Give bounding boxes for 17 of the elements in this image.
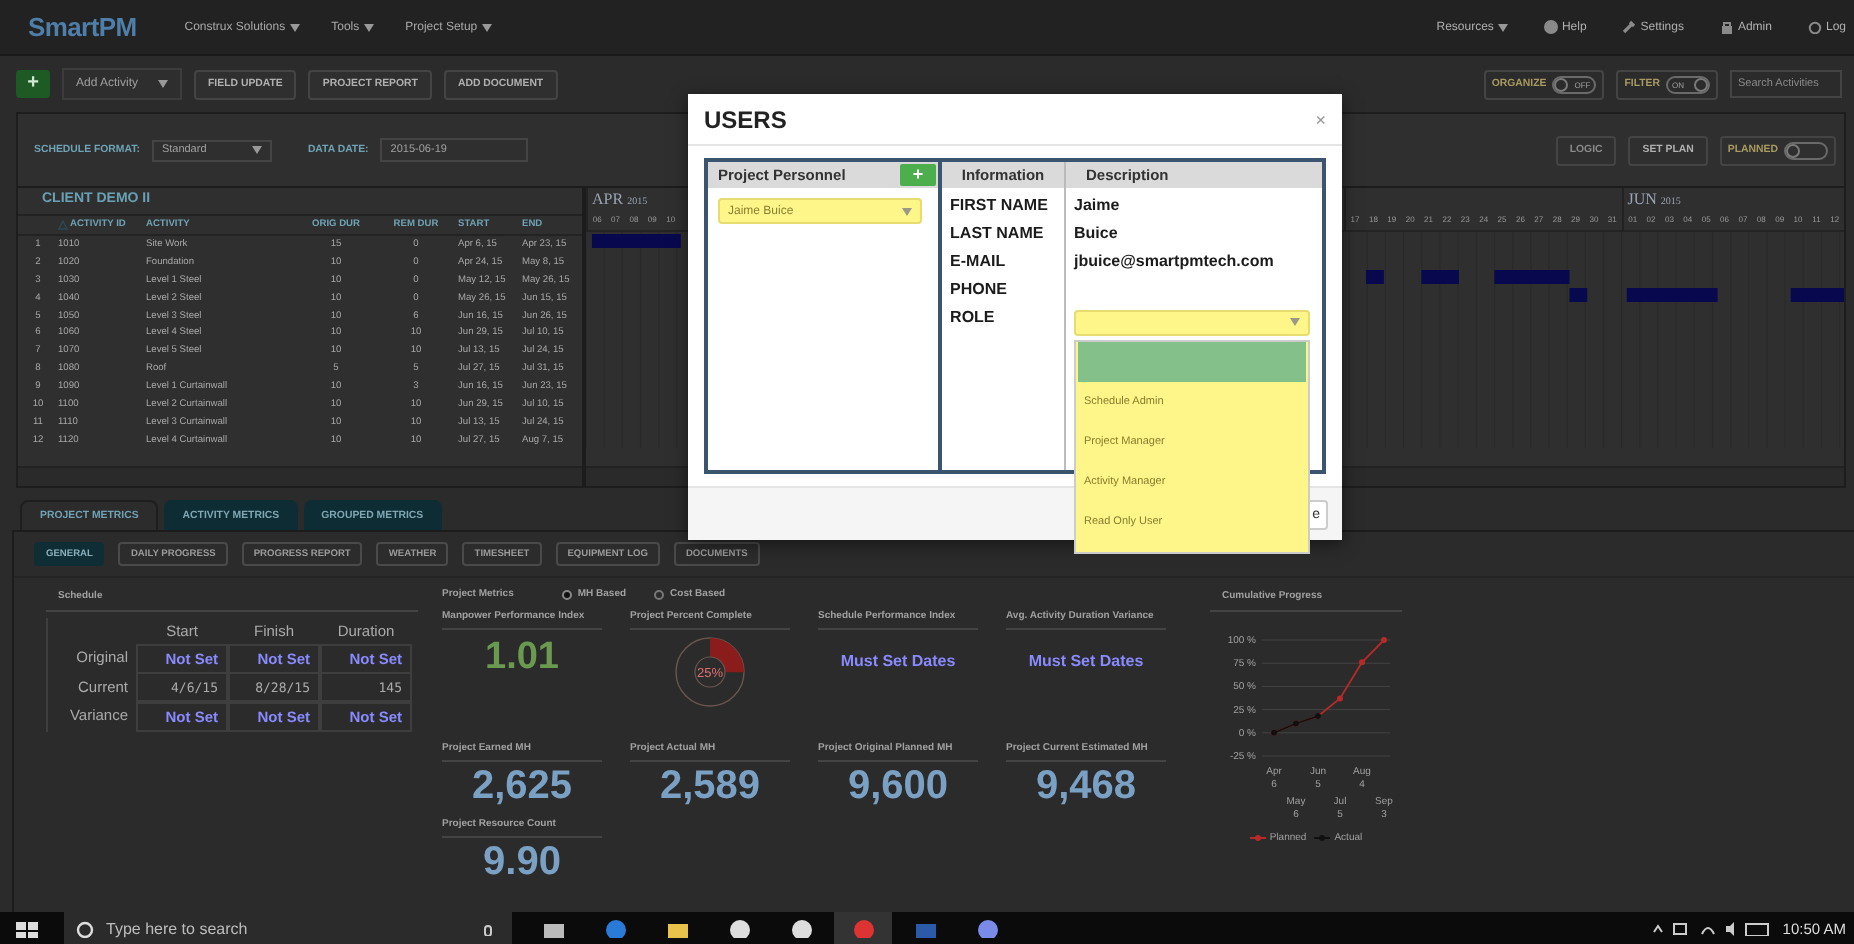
field-value: Jaime <box>1074 195 1120 214</box>
metric-value: 9.90 <box>483 840 561 884</box>
metric-value: 2,589 <box>659 764 761 808</box>
metric-value: 2,625 <box>471 764 573 808</box>
metric-value: Must Set Dates <box>840 650 956 670</box>
metric-value: 9,468 <box>1035 764 1137 808</box>
field-label: FIRST NAME <box>948 193 1050 218</box>
metric-value: 1.01 <box>485 636 559 680</box>
metric-value: 9,600 <box>847 764 949 808</box>
metric-value: Must Set Dates <box>1028 650 1144 670</box>
dialog-title: USERS <box>704 105 787 133</box>
field-label: PHONE <box>948 277 1009 302</box>
field-value: jbuice@smartpmtech.com <box>1074 251 1274 270</box>
field-label: E-MAIL <box>948 249 1008 274</box>
field-value: Buice <box>1074 223 1118 242</box>
field-label: LAST NAME <box>948 221 1046 246</box>
field-label: ROLE <box>948 305 997 330</box>
